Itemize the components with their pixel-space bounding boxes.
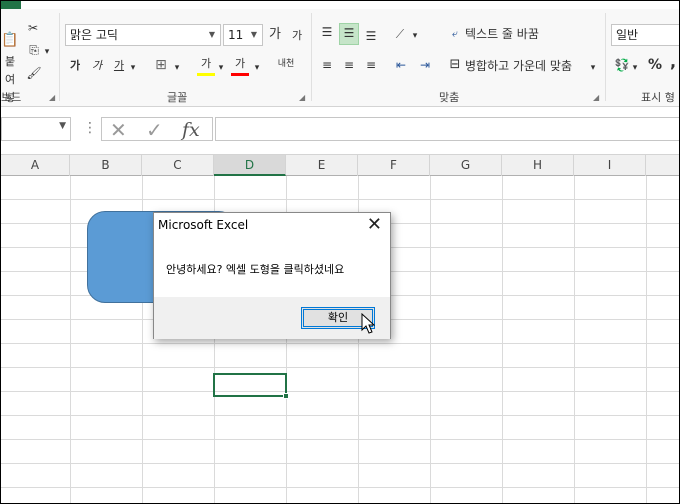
group-divider bbox=[605, 13, 606, 101]
column-header-next[interactable] bbox=[646, 155, 679, 176]
column-header-i[interactable]: I bbox=[574, 155, 646, 176]
copy-dropdown-icon[interactable]: ▾ bbox=[43, 43, 51, 61]
shrink-font-button[interactable]: 가 bbox=[289, 27, 305, 45]
increase-indent-icon[interactable]: ⇥ bbox=[415, 56, 435, 74]
align-center-icon[interactable]: ≡ bbox=[339, 56, 359, 74]
number-group-label: 표시 형 bbox=[641, 91, 675, 104]
message-box: Microsoft Excel ✕ 안녕하세요? 엑셀 도형을 클릭하셨네요 확… bbox=[153, 212, 391, 339]
fill-color-button[interactable]: 가 bbox=[197, 55, 215, 76]
paste-icon[interactable]: 📋 bbox=[1, 31, 18, 49]
border-dropdown-icon[interactable]: ▾ bbox=[173, 59, 181, 77]
italic-button[interactable]: 가 bbox=[89, 57, 105, 75]
bold-button[interactable]: 가 bbox=[67, 57, 83, 75]
font-color-dropdown-icon[interactable]: ▾ bbox=[253, 59, 261, 77]
accounting-format-icon[interactable]: 💱 bbox=[613, 56, 631, 74]
fill-dropdown-icon[interactable]: ▾ bbox=[217, 59, 225, 77]
percent-style-button[interactable]: % bbox=[647, 56, 663, 74]
decrease-indent-icon[interactable]: ⇤ bbox=[391, 56, 411, 74]
clipboard-group-label: 보드 bbox=[1, 91, 22, 104]
font-size-value: 11 bbox=[228, 28, 244, 42]
copy-icon[interactable]: ⎘ bbox=[25, 41, 43, 59]
border-icon[interactable]: ⊞ bbox=[151, 56, 171, 74]
alignment-launcher-icon[interactable]: ◢ bbox=[593, 93, 599, 102]
group-divider bbox=[59, 13, 60, 101]
column-header-h[interactable]: H bbox=[502, 155, 574, 176]
tab-home-active[interactable] bbox=[1, 1, 21, 9]
align-left-icon[interactable]: ≡ bbox=[317, 56, 337, 74]
name-box[interactable]: ▼ bbox=[1, 117, 71, 141]
align-middle-icon[interactable]: ☰ bbox=[339, 23, 359, 45]
align-right-icon[interactable]: ≡ bbox=[361, 56, 381, 74]
close-icon[interactable]: ✕ bbox=[367, 215, 382, 235]
group-divider bbox=[311, 13, 312, 101]
font-launcher-icon[interactable]: ◢ bbox=[299, 93, 305, 102]
font-name-combo[interactable]: 맑은 고딕 ▼ bbox=[65, 24, 221, 46]
wrap-text-icon[interactable]: ⤶ bbox=[447, 25, 463, 43]
alignment-group-label: 맞춤 bbox=[439, 91, 460, 104]
column-header-e[interactable]: E bbox=[286, 155, 358, 176]
column-header-c[interactable]: C bbox=[142, 155, 214, 176]
insert-function-icon[interactable]: fx bbox=[182, 118, 200, 142]
formula-input[interactable] bbox=[215, 117, 679, 141]
comma-style-button[interactable]: , bbox=[667, 53, 679, 71]
fill-handle[interactable] bbox=[283, 393, 289, 399]
formula-bar-grip-icon[interactable]: ⋮ bbox=[83, 120, 97, 136]
font-size-combo[interactable]: 11 ▼ bbox=[223, 24, 263, 46]
merge-center-icon[interactable]: ⊟ bbox=[447, 56, 463, 74]
clipboard-launcher-icon[interactable]: ◢ bbox=[49, 93, 55, 102]
message-box-title: Microsoft Excel bbox=[158, 218, 249, 232]
column-header-g[interactable]: G bbox=[430, 155, 502, 176]
font-name-value: 맑은 고딕 bbox=[70, 28, 118, 42]
font-group-label: 글꼴 bbox=[167, 91, 188, 104]
column-headers: A B C D E F G H I bbox=[1, 154, 679, 176]
orientation-dropdown-icon[interactable]: ▾ bbox=[411, 27, 419, 45]
column-header-a[interactable]: A bbox=[1, 155, 70, 176]
merge-center-button[interactable]: 병합하고 가운데 맞춤 bbox=[465, 57, 572, 75]
underline-dropdown-icon[interactable]: ▾ bbox=[129, 59, 137, 77]
align-top-icon[interactable]: ☰ bbox=[317, 23, 337, 41]
chevron-down-icon[interactable]: ▼ bbox=[204, 25, 220, 45]
message-box-text: 안녕하세요? 엑셀 도형을 클릭하셨네요 bbox=[166, 263, 345, 276]
accounting-dropdown-icon[interactable]: ▾ bbox=[631, 59, 639, 77]
column-header-d[interactable]: D bbox=[214, 155, 286, 176]
orientation-icon[interactable]: ⟋ bbox=[391, 25, 409, 43]
font-color-button[interactable]: 가 bbox=[231, 55, 249, 76]
wrap-text-button[interactable]: 텍스트 줄 바꿈 bbox=[465, 25, 539, 43]
ribbon: 📋 붙여넣기 ✂ ⎘ ▾ 🖌 보드 ◢ 맑은 고딕 ▼ 11 ▼ 가 가 가 가… bbox=[1, 9, 679, 122]
chevron-down-icon[interactable]: ▼ bbox=[59, 121, 66, 131]
merge-dropdown-icon[interactable]: ▾ bbox=[589, 59, 597, 77]
format-painter-icon[interactable]: 🖌 bbox=[25, 64, 43, 82]
align-bottom-icon[interactable]: ☰ bbox=[361, 27, 381, 45]
chevron-down-icon[interactable]: ▼ bbox=[246, 25, 262, 45]
excel-window: 📋 붙여넣기 ✂ ⎘ ▾ 🖌 보드 ◢ 맑은 고딕 ▼ 11 ▼ 가 가 가 가… bbox=[0, 0, 680, 504]
active-cell-d10[interactable] bbox=[213, 373, 289, 399]
formula-bar: ▼ ⋮ ✕ ✓ fx bbox=[1, 108, 679, 148]
grow-font-button[interactable]: 가 bbox=[267, 26, 283, 44]
number-format-combo[interactable]: 일반 bbox=[611, 24, 679, 46]
underline-button[interactable]: 가 bbox=[111, 57, 127, 75]
message-box-footer: 확인 bbox=[154, 297, 390, 339]
column-header-f[interactable]: F bbox=[358, 155, 430, 176]
cut-icon[interactable]: ✂ bbox=[25, 19, 41, 37]
enter-icon[interactable]: ✓ bbox=[146, 118, 163, 142]
mouse-cursor-icon bbox=[361, 313, 375, 334]
ribbon-tab-strip bbox=[1, 1, 679, 9]
phonetic-button[interactable]: 내천 bbox=[275, 55, 297, 73]
number-format-value: 일반 bbox=[616, 28, 639, 42]
formula-buttons: ✕ ✓ fx bbox=[101, 117, 213, 142]
column-header-b[interactable]: B bbox=[70, 155, 142, 176]
cancel-icon[interactable]: ✕ bbox=[110, 118, 127, 142]
